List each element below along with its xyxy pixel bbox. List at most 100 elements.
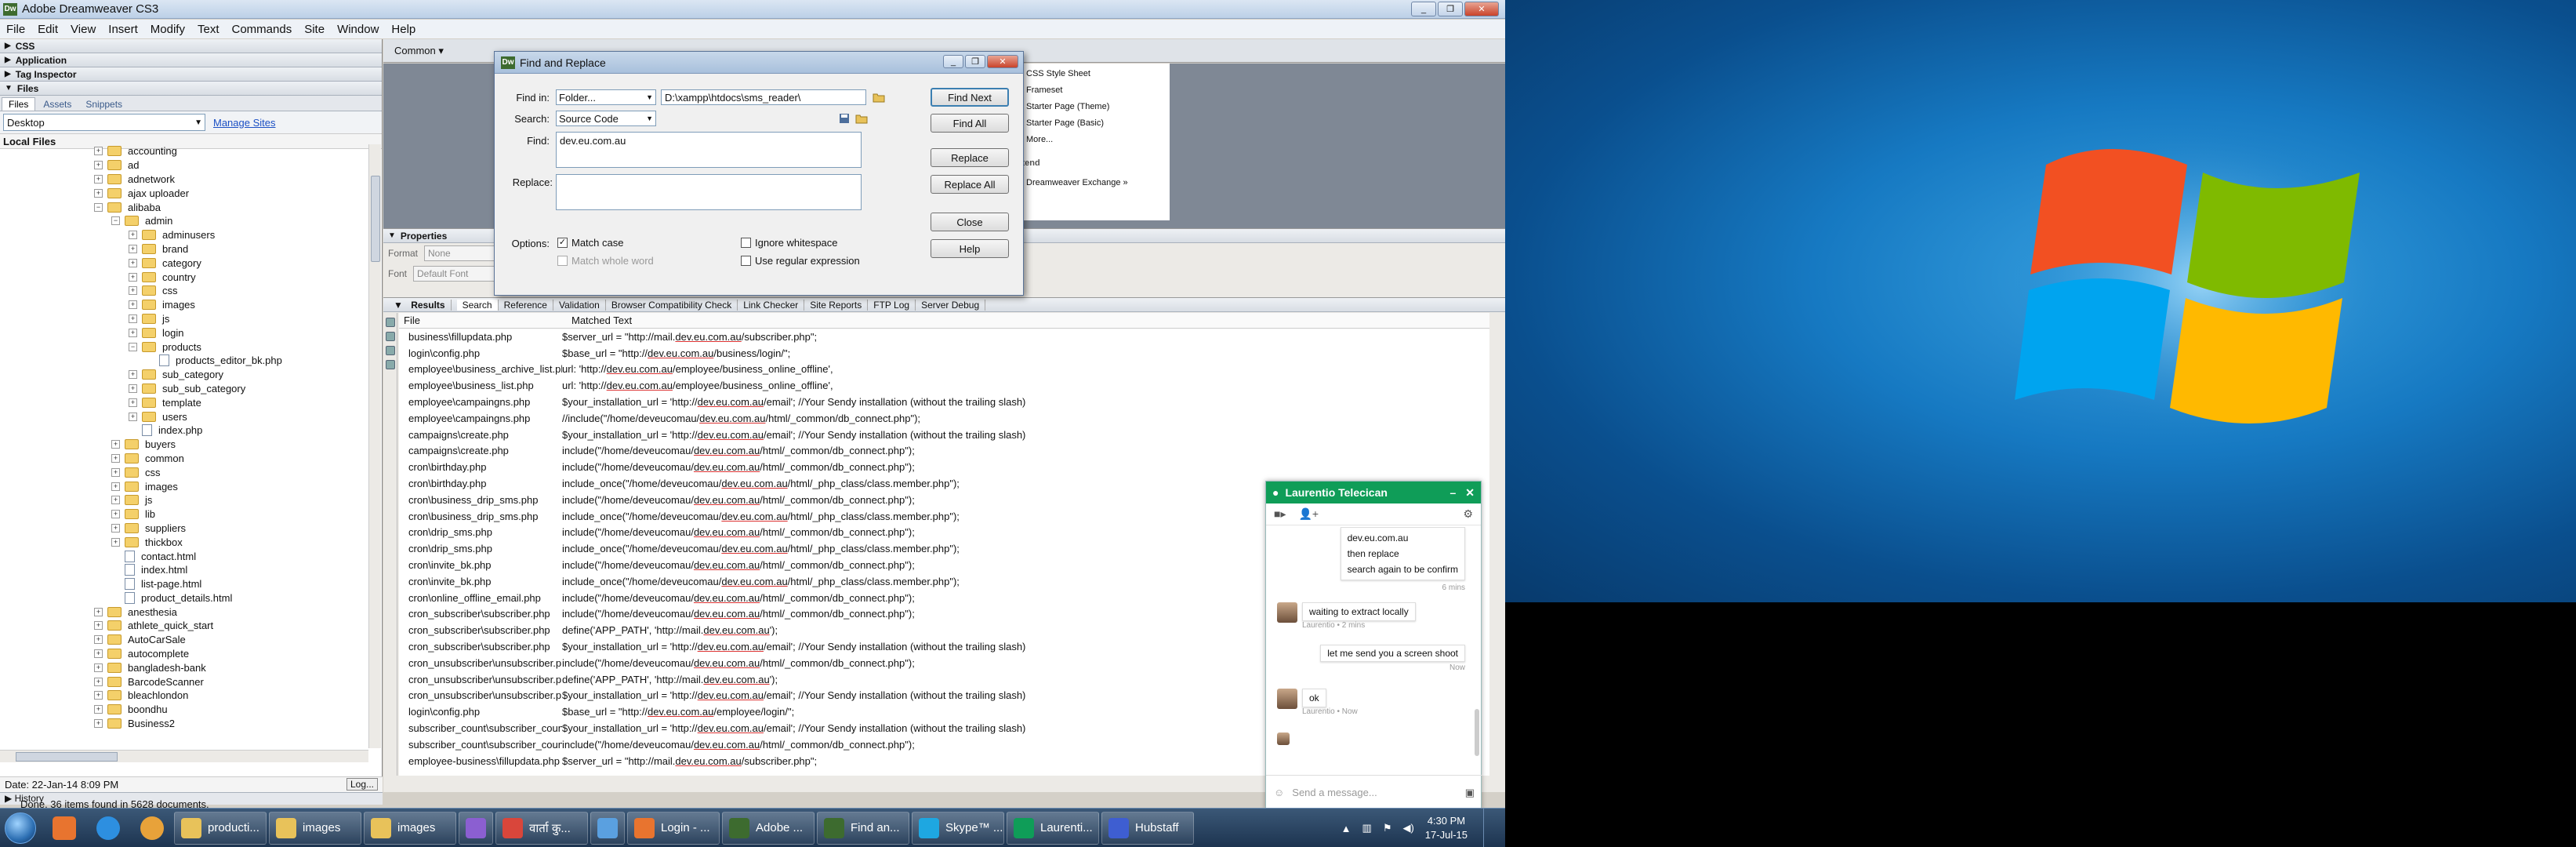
menu-file[interactable]: File (0, 23, 31, 36)
dreamweaver-exchange-link[interactable]: Dreamweaver Exchange » (1011, 174, 1163, 191)
expand-icon[interactable]: + (111, 467, 120, 477)
tree-folder[interactable]: + images (0, 298, 368, 312)
expand-icon[interactable]: + (94, 188, 103, 198)
tree-folder[interactable]: + accounting (0, 144, 368, 158)
gear-icon[interactable]: ⚙ (1463, 507, 1473, 521)
tree-folder[interactable]: + lib (0, 507, 368, 522)
collapse-icon[interactable]: − (111, 216, 120, 226)
taskbar-item[interactable] (459, 811, 493, 845)
match-case-checkbox[interactable]: ✓ Match case (557, 237, 623, 249)
results-title[interactable]: ▼ Results (388, 299, 457, 311)
match-whole-word-checkbox[interactable]: Match whole word (557, 255, 654, 267)
result-row[interactable]: campaigns\create.php include("/home/deveu… (399, 443, 1497, 460)
expand-icon[interactable]: + (111, 453, 120, 463)
expand-icon[interactable]: + (111, 523, 120, 533)
internet-explorer-icon[interactable] (86, 811, 130, 845)
expand-icon[interactable]: + (129, 314, 137, 323)
tree-folder[interactable]: + adminusers (0, 228, 368, 242)
result-row[interactable]: employee\campaingns.php //include("/home/… (399, 410, 1497, 427)
taskbar-item[interactable] (590, 811, 625, 845)
tree-folder[interactable]: + BarcodeScanner (0, 674, 368, 689)
tree-file[interactable]: contact.html (0, 549, 368, 563)
tree-folder[interactable]: + bangladesh-bank (0, 660, 368, 674)
minimize-icon[interactable]: – (1449, 486, 1456, 500)
tree-folder[interactable]: + category (0, 256, 368, 270)
tree-file[interactable]: index.html (0, 563, 368, 577)
menu-help[interactable]: Help (385, 23, 422, 36)
tree-folder[interactable]: + athlete_quick_start (0, 619, 368, 633)
scrollbar-thumb[interactable] (16, 752, 118, 762)
tree-folder[interactable]: − admin (0, 214, 368, 228)
tree-folder[interactable]: + css (0, 284, 368, 298)
tree-scrollbar[interactable] (368, 144, 381, 748)
result-row[interactable]: campaigns\create.php $your_installation_u… (399, 427, 1497, 443)
find-textarea[interactable]: dev.eu.com.au (556, 132, 862, 168)
chat-scrollbar[interactable] (1475, 529, 1479, 772)
tab-browser-compatibility-check[interactable]: Browser Compatibility Check (606, 299, 738, 311)
expand-icon[interactable]: + (94, 635, 103, 645)
tab-assets[interactable]: Assets (37, 98, 78, 111)
image-icon[interactable]: ▣ (1465, 787, 1475, 799)
expand-icon[interactable]: + (129, 328, 137, 337)
result-row[interactable]: employee\business_list.php url: 'http://d… (399, 377, 1497, 394)
expand-icon[interactable]: + (94, 147, 103, 156)
load-query-icon[interactable] (855, 113, 868, 124)
site-select[interactable]: Desktop ▼ (3, 114, 205, 131)
firefox-icon[interactable] (130, 811, 174, 845)
expand-icon[interactable]: + (94, 607, 103, 616)
tree-folder[interactable]: + anesthesia (0, 605, 368, 619)
expand-icon[interactable]: + (94, 649, 103, 659)
tab-snippets[interactable]: Snippets (79, 98, 129, 111)
expand-icon[interactable]: + (94, 161, 103, 170)
menu-commands[interactable]: Commands (226, 23, 299, 36)
save-query-icon[interactable] (838, 113, 851, 124)
network-icon[interactable]: ▥ (1362, 822, 1372, 834)
menu-view[interactable]: View (64, 23, 102, 36)
tree-folder[interactable]: + country (0, 270, 368, 284)
taskbar-item[interactable]: images (364, 811, 456, 845)
tree-folder[interactable]: + AutoCarSale (0, 633, 368, 647)
tree-file[interactable]: products_editor_bk.php (0, 354, 368, 368)
taskbar-item[interactable]: producti... (174, 811, 267, 845)
result-row[interactable]: login\config.php $base_url = "http://dev.… (399, 345, 1497, 362)
regex-checkbox[interactable]: Use regular expression (741, 255, 860, 267)
chat-header[interactable]: ● Laurentio Telecican – ✕ (1266, 482, 1481, 503)
expand-icon[interactable]: + (129, 300, 137, 310)
tree-folder[interactable]: + css (0, 465, 368, 479)
expand-icon[interactable]: + (129, 272, 137, 282)
application-panel-header[interactable]: ▶ Application (0, 53, 382, 67)
tree-folder[interactable]: + template (0, 395, 368, 409)
close-button[interactable]: ✕ (987, 55, 1018, 68)
more-link[interactable]: More... (1011, 131, 1163, 147)
expand-icon[interactable]: + (129, 231, 137, 240)
collapse-icon[interactable]: − (94, 202, 103, 212)
tree-folder[interactable]: + images (0, 479, 368, 493)
starter-page-theme-link[interactable]: Starter Page (Theme) (1011, 98, 1163, 115)
taskbar-item[interactable]: वार्ता कु... (495, 811, 588, 845)
emoji-icon[interactable]: ☺ (1274, 787, 1284, 798)
expand-icon[interactable]: + (94, 691, 103, 700)
tree-folder[interactable]: + brand (0, 242, 368, 256)
expand-icon[interactable]: + (129, 370, 137, 380)
tree-folder[interactable]: + js (0, 312, 368, 326)
taskbar-item[interactable]: Adobe ... (722, 811, 815, 845)
tree-folder[interactable]: + sub_category (0, 368, 368, 382)
expand-icon[interactable]: + (111, 482, 120, 491)
files-panel-header[interactable]: ▼ Files (0, 82, 382, 96)
tree-folder[interactable]: + bleachlondon (0, 689, 368, 703)
taskbar-item[interactable]: Find an... (817, 811, 909, 845)
expand-icon[interactable]: + (94, 719, 103, 729)
expand-icon[interactable]: + (129, 398, 137, 407)
clock[interactable]: 4:30 PM 17-Jul-15 (1425, 814, 1468, 842)
expand-icon[interactable]: + (111, 496, 120, 505)
help-button[interactable]: Help (931, 239, 1009, 258)
log-button[interactable]: Log... (346, 778, 378, 791)
tab-ftp-log[interactable]: FTP Log (868, 299, 916, 311)
browse-folder-icon[interactable] (873, 92, 885, 103)
folder-path-field[interactable]: D:\xampp\htdocs\sms_reader\ (661, 89, 866, 105)
taskbar-item[interactable]: images (269, 811, 361, 845)
starter-page-basic-link[interactable]: Starter Page (Basic) (1011, 115, 1163, 131)
tree-folder[interactable]: + sub_sub_category (0, 382, 368, 396)
scrollbar-thumb[interactable] (1475, 709, 1479, 756)
tree-folder[interactable]: + adnetwork (0, 173, 368, 187)
